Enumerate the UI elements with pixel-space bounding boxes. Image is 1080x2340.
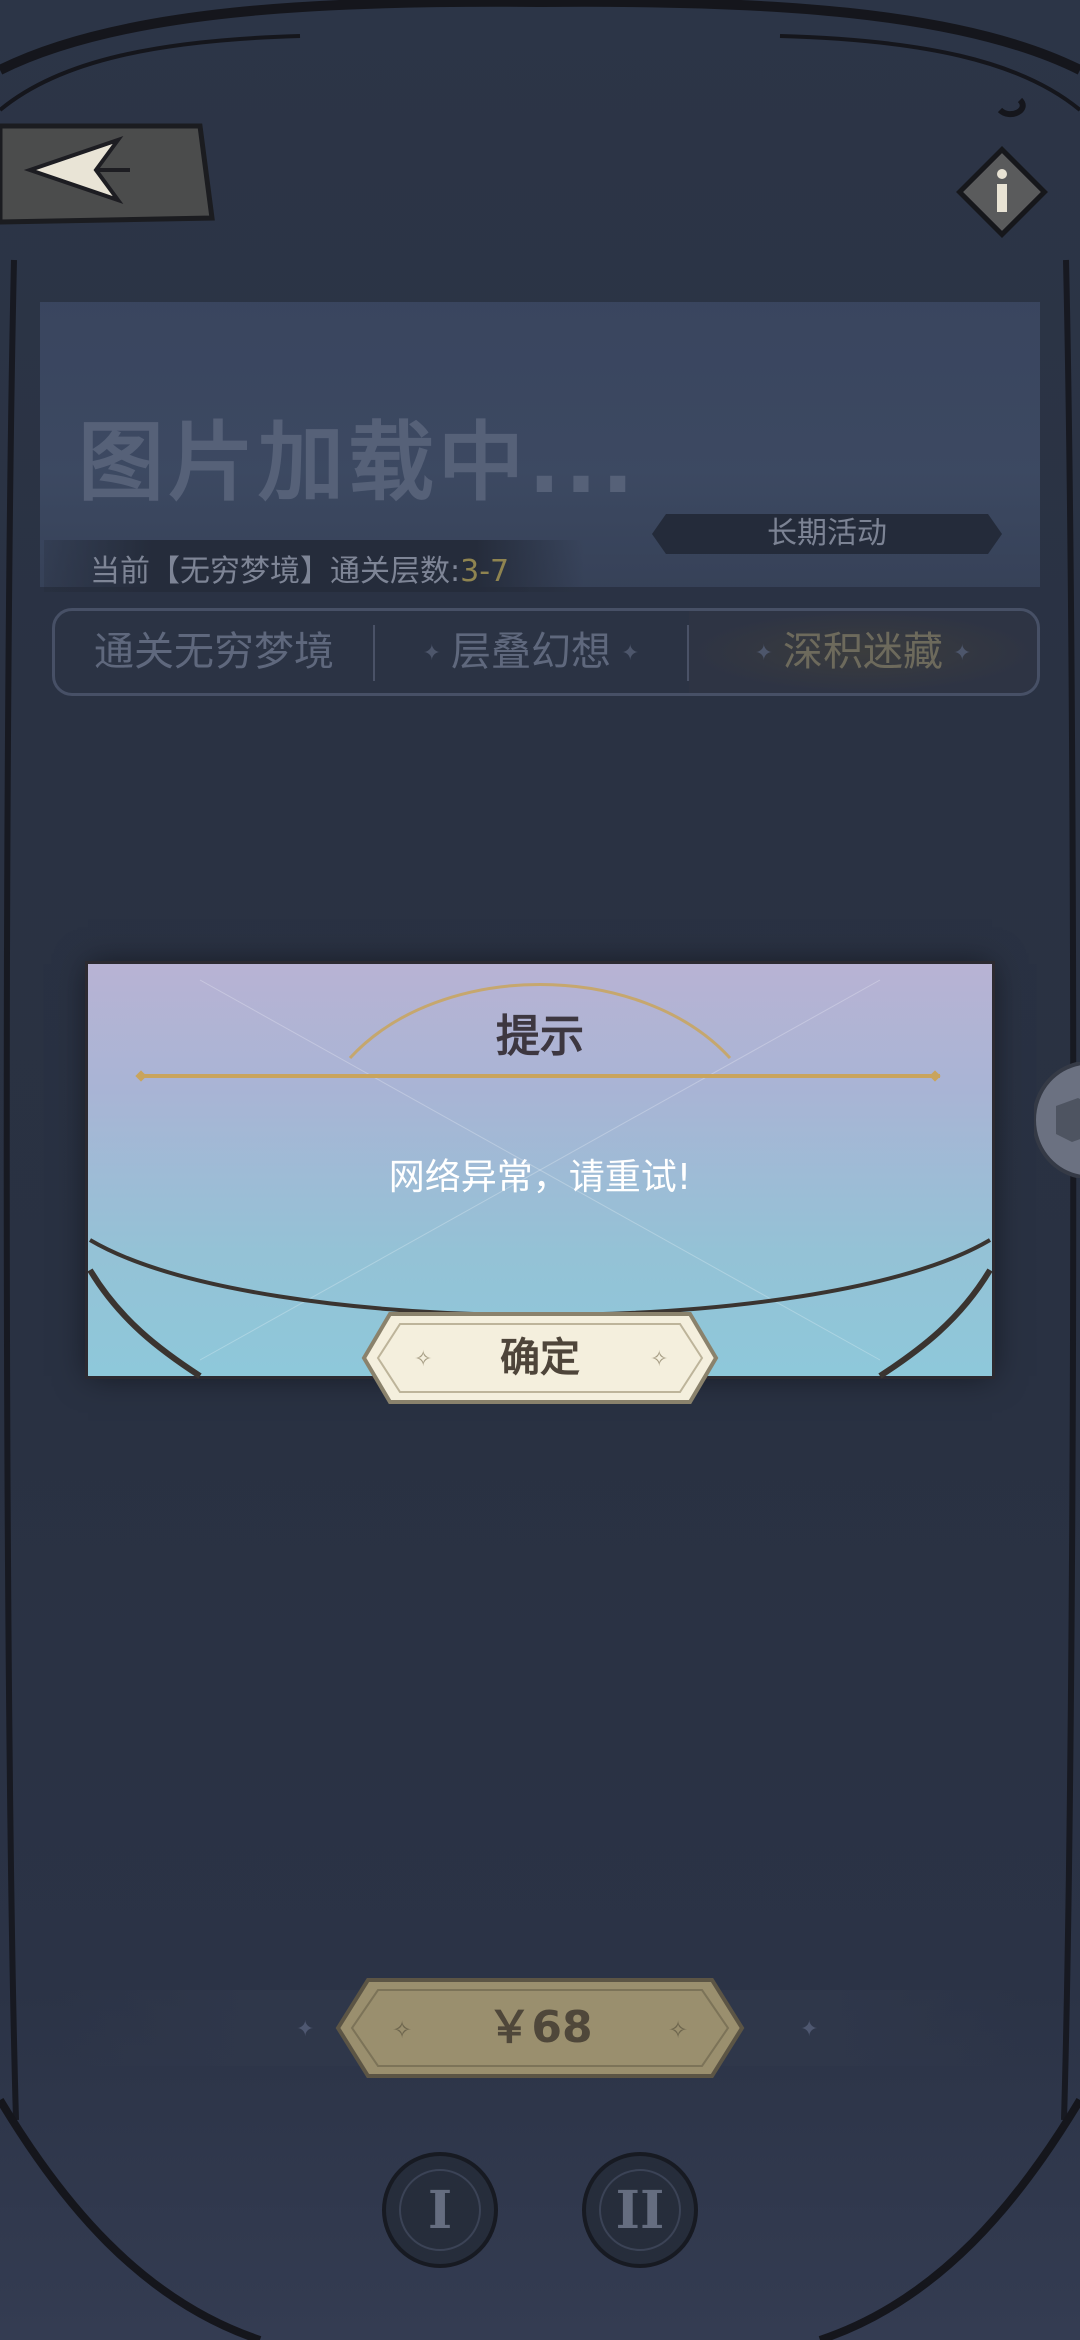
banner-title: 图片加载中...	[78, 413, 639, 513]
tab-hidden-treasure[interactable]: ✦ 深积迷藏 ✦	[689, 611, 1037, 693]
tab-label: 深积迷藏	[783, 629, 943, 675]
game-screen: 图片加载中... 长期活动 当前【无穷梦境】通关层数:3-7 通关无穷梦境 ✦ 层…	[0, 0, 1080, 2340]
back-button[interactable]	[0, 118, 222, 228]
progress-value: 3-7	[460, 554, 510, 589]
dialog-message: 网络异常，请重试!	[388, 1157, 692, 1198]
star-icon: ✦	[621, 641, 640, 666]
star-icon: ✦	[422, 641, 441, 666]
dialog-title: 提示	[496, 1011, 584, 1062]
tab-clear-dream[interactable]: 通关无穷梦境	[55, 611, 373, 693]
confirm-button[interactable]: 确定	[360, 1310, 720, 1406]
tab-bar: 通关无穷梦境 ✦ 层叠幻想 ✦ ✦ 深积迷藏 ✦	[52, 608, 1040, 696]
tab-label: 通关无穷梦境	[94, 629, 334, 675]
roman-one-label: I	[428, 2180, 452, 2241]
star-icon: ✦	[953, 641, 972, 666]
info-button[interactable]	[950, 140, 1054, 244]
star-icon: ✦	[754, 641, 773, 666]
roman-two-label: II	[616, 2180, 665, 2241]
info-icon	[997, 169, 1007, 212]
floor-progress: 当前【无穷梦境】通关层数:3-7	[90, 546, 509, 590]
progress-label: 当前【无穷梦境】通关层数:	[90, 554, 461, 589]
stage-two-button[interactable]: II	[580, 2150, 700, 2270]
purchase-button[interactable]: ￥68	[334, 1976, 746, 2080]
stage-one-button[interactable]: I	[380, 2150, 500, 2270]
tab-label: 层叠幻想	[451, 629, 611, 675]
tab-layered-fantasy[interactable]: ✦ 层叠幻想 ✦	[375, 611, 687, 693]
event-tag: 长期活动	[767, 516, 887, 551]
